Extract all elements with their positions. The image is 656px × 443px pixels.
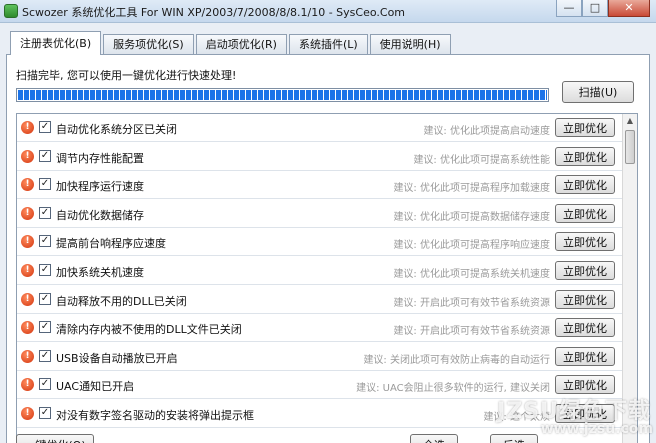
item-checkbox[interactable]: ✓	[39, 121, 51, 133]
item-label: 清除内存内被不使用的DLL文件已关闭	[56, 323, 242, 336]
optimize-now-button[interactable]: 立即优化	[555, 147, 615, 166]
optimize-now-button[interactable]: 立即优化	[555, 232, 615, 251]
item-checkbox[interactable]: ✓	[39, 207, 51, 219]
item-label: UAC通知已开启	[56, 380, 135, 393]
list-scrollbar[interactable]: ▲	[622, 114, 637, 443]
scroll-thumb[interactable]	[625, 130, 635, 164]
tab-system-plugins[interactable]: 系统插件(L)	[288, 34, 368, 54]
item-label: USB设备自动播放已开启	[56, 352, 178, 365]
list-item: ! ✓ UAC通知已开启 建议: UAC会阻止很多软件的运行, 建议关闭 立即优化	[17, 371, 622, 399]
item-checkbox[interactable]: ✓	[39, 150, 51, 162]
app-window: Scwozer 系统优化工具 For WIN XP/2003/7/2008/8/…	[0, 0, 656, 443]
item-hint: 建议: 开启此项可有效节省系统资源	[393, 298, 550, 309]
app-icon	[4, 4, 18, 18]
item-label: 加快系统关机速度	[56, 266, 144, 279]
item-hint: 建议: 优化此项可提高系统性能	[413, 155, 550, 166]
item-hint: 建议: 这个太烦	[483, 412, 550, 423]
tab-bar: 注册表优化(B) 服务项优化(S) 启动项优化(R) 系统插件(L) 使用说明(…	[10, 30, 453, 55]
warning-icon: !	[21, 350, 34, 363]
item-hint: 建议: 关闭此项可有效防止病毒的自动运行	[363, 355, 550, 366]
item-label: 调节内存性能配置	[56, 152, 144, 165]
invert-selection-button[interactable]: 反选	[490, 434, 538, 443]
optimize-now-button[interactable]: 立即优化	[555, 175, 615, 194]
item-checkbox[interactable]: ✓	[39, 350, 51, 362]
list-item: ! ✓ 提高前台响程序应速度 建议: 优化此项可提高程序响应速度 立即优化	[17, 228, 622, 256]
tab-startup-optimize[interactable]: 启动项优化(R)	[195, 34, 287, 54]
item-label: 自动优化系统分区已关闭	[56, 123, 177, 136]
list-item: ! ✓ USB设备自动播放已开启 建议: 关闭此项可有效防止病毒的自动运行 立即优化	[17, 343, 622, 371]
item-hint: 建议: 开启此项可有效节省系统资源	[393, 326, 550, 337]
window-controls: — □ ✕	[556, 0, 650, 18]
maximize-button[interactable]: □	[582, 0, 608, 17]
item-hint: 建议: 优化此项可提高程序响应速度	[393, 240, 550, 251]
warning-icon: !	[21, 235, 34, 248]
item-hint: 建议: 优化此项可提高程序加载速度	[393, 183, 550, 194]
item-checkbox[interactable]: ✓	[39, 178, 51, 190]
optimize-now-button[interactable]: 立即优化	[555, 318, 615, 337]
list-item: ! ✓ 加快程序运行速度 建议: 优化此项可提高程序加载速度 立即优化	[17, 171, 622, 199]
item-checkbox[interactable]: ✓	[39, 235, 51, 247]
warning-icon: !	[21, 264, 34, 277]
list-item: ! ✓ 自动释放不用的DLL已关闭 建议: 开启此项可有效节省系统资源 立即优化	[17, 286, 622, 314]
item-checkbox[interactable]: ✓	[39, 293, 51, 305]
warning-icon: !	[21, 378, 34, 391]
scan-status-text: 扫描完毕, 您可以使用一键优化进行快速处理!	[16, 69, 237, 82]
scan-button[interactable]: 扫描(U)	[562, 81, 634, 103]
warning-icon: !	[21, 407, 34, 420]
tab-registry-optimize[interactable]: 注册表优化(B)	[10, 31, 102, 55]
warning-icon: !	[21, 121, 34, 134]
item-checkbox[interactable]: ✓	[39, 264, 51, 276]
optimize-now-button[interactable]: 立即优化	[555, 404, 615, 423]
list-item: ! ✓ 自动优化系统分区已关闭 建议: 优化此项提高启动速度 立即优化	[17, 114, 622, 142]
item-hint: 建议: 优化此项可提高数据储存速度	[393, 212, 550, 223]
tab-service-optimize[interactable]: 服务项优化(S)	[103, 34, 194, 54]
item-checkbox[interactable]: ✓	[39, 321, 51, 333]
warning-icon: !	[21, 207, 34, 220]
list-item: ! ✓ 自动优化数据储存 建议: 优化此项可提高数据储存速度 立即优化	[17, 200, 622, 228]
optimize-now-button[interactable]: 立即优化	[555, 375, 615, 394]
list-item: ! ✓ 清除内存内被不使用的DLL文件已关闭 建议: 开启此项可有效节省系统资源 立即优…	[17, 314, 622, 342]
registry-panel: 扫描完毕, 您可以使用一键优化进行快速处理! 扫描(U) ! ✓ 对没有数字签名驱动…	[6, 54, 650, 443]
optimization-list: ! ✓ 对没有数字签名驱动的安装将弹出提示框 建议: 这个太烦 立即优化! ✓ UAC通知已…	[16, 113, 638, 443]
optimize-now-button[interactable]: 立即优化	[555, 204, 615, 223]
title-bar[interactable]: Scwozer 系统优化工具 For WIN XP/2003/7/2008/8/…	[0, 0, 656, 23]
item-label: 对没有数字签名驱动的安装将弹出提示框	[56, 409, 254, 422]
warning-icon: !	[21, 150, 34, 163]
item-label: 提高前台响程序应速度	[56, 237, 166, 250]
minimize-button[interactable]: —	[556, 0, 582, 17]
scan-progress-bar	[16, 88, 549, 102]
scroll-up-arrow-icon[interactable]: ▲	[623, 114, 637, 128]
item-checkbox[interactable]: ✓	[39, 407, 51, 419]
optimize-now-button[interactable]: 立即优化	[555, 261, 615, 280]
item-checkbox[interactable]: ✓	[39, 378, 51, 390]
item-label: 加快程序运行速度	[56, 180, 144, 193]
warning-icon: !	[21, 321, 34, 334]
list-item: ! ✓ 调节内存性能配置 建议: 优化此项可提高系统性能 立即优化	[17, 143, 622, 171]
item-label: 自动优化数据储存	[56, 209, 144, 222]
warning-icon: !	[21, 293, 34, 306]
item-hint: 建议: 优化此项可提高系统关机速度	[393, 269, 550, 280]
item-hint: 建议: UAC会阻止很多软件的运行, 建议关闭	[356, 383, 550, 394]
window-title: Scwozer 系统优化工具 For WIN XP/2003/7/2008/8/…	[22, 6, 406, 19]
list-item: ! ✓ 对没有数字签名驱动的安装将弹出提示框 建议: 这个太烦 立即优化	[17, 400, 622, 428]
close-button[interactable]: ✕	[608, 0, 650, 17]
item-label: 自动释放不用的DLL已关闭	[56, 295, 187, 308]
warning-icon: !	[21, 178, 34, 191]
optimize-now-button[interactable]: 立即优化	[555, 290, 615, 309]
optimize-now-button[interactable]: 立即优化	[555, 118, 615, 137]
tab-help[interactable]: 使用说明(H)	[369, 34, 451, 54]
item-hint: 建议: 优化此项提高启动速度	[423, 126, 550, 137]
list-item: ! ✓ 加快系统关机速度 建议: 优化此项可提高系统关机速度 立即优化	[17, 257, 622, 285]
optimize-now-button[interactable]: 立即优化	[555, 347, 615, 366]
scan-progress-fill	[18, 90, 547, 100]
select-all-button[interactable]: 全选	[410, 434, 458, 443]
one-click-optimize-button[interactable]: 一键优化(O)	[16, 434, 94, 443]
